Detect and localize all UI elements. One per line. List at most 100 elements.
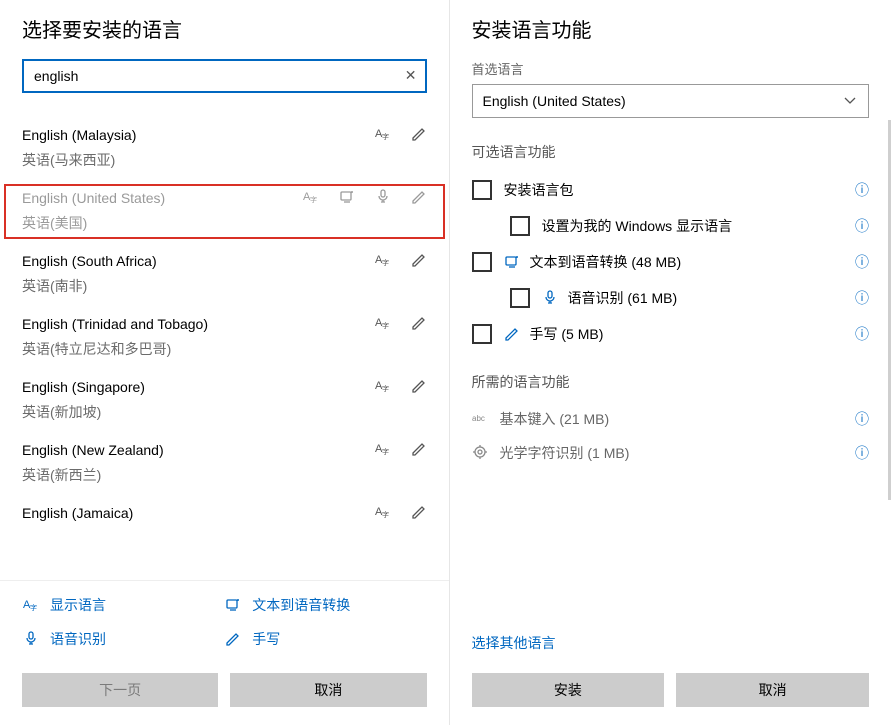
info-icon[interactable]: ⓘ xyxy=(855,180,869,200)
right-button-row: 安装 取消 xyxy=(450,661,891,725)
feature-checkbox[interactable] xyxy=(510,288,530,308)
language-item[interactable]: English (Singapore) A字英语(新加坡) xyxy=(0,369,449,432)
search-input[interactable] xyxy=(34,68,395,84)
language-capability-icons: A字 xyxy=(375,125,427,144)
language-selection-pane: 选择要安装的语言 ✕ English (Malaysia)A字英语(马来西亚)E… xyxy=(0,0,449,725)
language-name-native: 英语(马来西亚) xyxy=(22,150,427,170)
info-icon[interactable]: ⓘ xyxy=(855,216,869,236)
handwriting-icon xyxy=(411,125,427,144)
svg-text:字: 字 xyxy=(382,510,389,519)
language-item[interactable]: English (New Zealand) A字英语(新西兰) xyxy=(0,432,449,495)
tts-icon xyxy=(224,596,242,615)
cancel-button-left[interactable]: 取消 xyxy=(230,673,426,707)
feature-row: 语音识别 (61 MB) ⓘ xyxy=(450,280,891,316)
language-name: English (United States) xyxy=(22,190,165,206)
page-title-left: 选择要安装的语言 xyxy=(0,14,449,59)
display-icon: A字 xyxy=(375,377,391,396)
language-item[interactable]: English (Jamaica) A字 xyxy=(0,495,449,532)
language-name: English (New Zealand) xyxy=(22,442,164,458)
display-language-icon: A字 xyxy=(22,596,40,615)
required-features-header: 所需的语言功能 xyxy=(450,364,891,402)
chevron-down-icon xyxy=(842,92,858,111)
feature-row: 手写 (5 MB) ⓘ xyxy=(450,316,891,352)
speech-icon xyxy=(375,188,391,207)
language-item[interactable]: English (Trinidad and Tobago)A字英语(特立尼达和多… xyxy=(0,306,449,369)
info-icon[interactable]: ⓘ xyxy=(855,252,869,272)
required-features-list: abc 基本键入 (21 MB) ⓘ 光学字符识别 (1 MB) ⓘ xyxy=(450,402,891,470)
optional-features-list: 安装语言包 ⓘ 设置为我的 Windows 显示语言 ⓘ 文本到语音转换 (48 MB)… xyxy=(450,172,891,352)
handwriting-icon xyxy=(411,251,427,270)
microphone-icon xyxy=(22,630,40,649)
language-item[interactable]: English (United States) A字英语(美国) xyxy=(0,180,449,243)
handwriting-icon xyxy=(504,325,520,344)
required-feature-row: abc 基本键入 (21 MB) ⓘ xyxy=(450,402,891,436)
left-button-row: 下一页 取消 xyxy=(0,661,449,725)
language-name-native: 英语(新加坡) xyxy=(22,402,427,422)
feature-checkbox[interactable] xyxy=(472,252,492,272)
language-name: English (Trinidad and Tobago) xyxy=(22,316,208,332)
choose-other-language-link[interactable]: 选择其他语言 xyxy=(450,633,578,661)
display-icon: A字 xyxy=(303,188,319,207)
svg-text:字: 字 xyxy=(382,447,389,456)
svg-text:字: 字 xyxy=(382,258,389,267)
search-box[interactable]: ✕ xyxy=(22,59,427,93)
language-name-native: 英语(特立尼达和多巴哥) xyxy=(22,339,427,359)
language-name: English (Singapore) xyxy=(22,379,145,395)
next-button[interactable]: 下一页 xyxy=(22,673,218,707)
search-wrap: ✕ xyxy=(0,59,449,103)
cancel-button-right[interactable]: 取消 xyxy=(676,673,869,707)
ocr-icon xyxy=(472,444,488,463)
legend: A字 显示语言 文本到语音转换 语音识别 手写 xyxy=(0,580,449,661)
language-name: English (Jamaica) xyxy=(22,505,133,521)
svg-text:字: 字 xyxy=(30,603,37,612)
handwriting-icon xyxy=(411,188,427,207)
install-button[interactable]: 安装 xyxy=(472,673,665,707)
feature-checkbox[interactable] xyxy=(510,216,530,236)
svg-text:字: 字 xyxy=(382,384,389,393)
language-capability-icons: A字 xyxy=(375,251,427,270)
preferred-language-value: English (United States) xyxy=(483,93,626,109)
display-icon: A字 xyxy=(375,503,391,522)
language-name-native: 英语(美国) xyxy=(22,213,427,233)
feature-checkbox[interactable] xyxy=(472,324,492,344)
feature-label: 设置为我的 Windows 显示语言 xyxy=(542,216,844,236)
required-feature-label: 基本键入 (21 MB) xyxy=(500,409,844,429)
language-item[interactable]: English (South Africa)A字英语(南非) xyxy=(0,243,449,306)
info-icon[interactable]: ⓘ xyxy=(855,324,869,344)
language-capability-icons: A字 xyxy=(303,188,427,207)
svg-text:字: 字 xyxy=(382,321,389,330)
preferred-language-label: 首选语言 xyxy=(450,59,891,84)
tts-icon xyxy=(339,188,355,207)
abc-icon: abc xyxy=(472,410,488,429)
language-results-list: English (Malaysia)A字英语(马来西亚)English (Uni… xyxy=(0,103,449,580)
display-icon: A字 xyxy=(375,125,391,144)
svg-text:字: 字 xyxy=(310,195,317,204)
required-feature-label: 光学字符识别 (1 MB) xyxy=(500,443,844,463)
optional-features-header: 可选语言功能 xyxy=(450,134,891,172)
info-icon[interactable]: ⓘ xyxy=(855,443,869,463)
legend-display: A字 显示语言 xyxy=(22,595,224,615)
preferred-language-select[interactable]: English (United States) xyxy=(472,84,870,118)
legend-tts: 文本到语音转换 xyxy=(224,595,426,615)
feature-row: 安装语言包 ⓘ xyxy=(450,172,891,208)
language-item[interactable]: English (Malaysia) A字英语(马来西亚) xyxy=(0,117,449,180)
language-name: English (Malaysia) xyxy=(22,127,136,143)
feature-label: 手写 (5 MB) xyxy=(504,324,844,344)
right-body: 可选语言功能 安装语言包 ⓘ 设置为我的 Windows 显示语言 ⓘ 文本到语音转换 … xyxy=(450,134,891,633)
language-name-native: 英语(南非) xyxy=(22,276,427,296)
svg-text:字: 字 xyxy=(382,132,389,141)
language-name-native: 英语(新西兰) xyxy=(22,465,427,485)
handwriting-icon xyxy=(224,630,242,649)
info-icon[interactable]: ⓘ xyxy=(855,288,869,308)
tts-icon xyxy=(504,253,520,272)
info-icon[interactable]: ⓘ xyxy=(855,409,869,429)
feature-label: 安装语言包 xyxy=(504,180,844,200)
svg-text:abc: abc xyxy=(472,414,485,423)
language-capability-icons: A字 xyxy=(375,440,427,459)
feature-checkbox[interactable] xyxy=(472,180,492,200)
feature-label: 语音识别 (61 MB) xyxy=(542,288,844,308)
feature-label: 文本到语音转换 (48 MB) xyxy=(504,252,844,272)
language-features-pane: 安装语言功能 首选语言 English (United States) 可选语言… xyxy=(450,0,891,725)
feature-row: 设置为我的 Windows 显示语言 ⓘ xyxy=(450,208,891,244)
clear-search-icon[interactable]: ✕ xyxy=(405,67,417,84)
